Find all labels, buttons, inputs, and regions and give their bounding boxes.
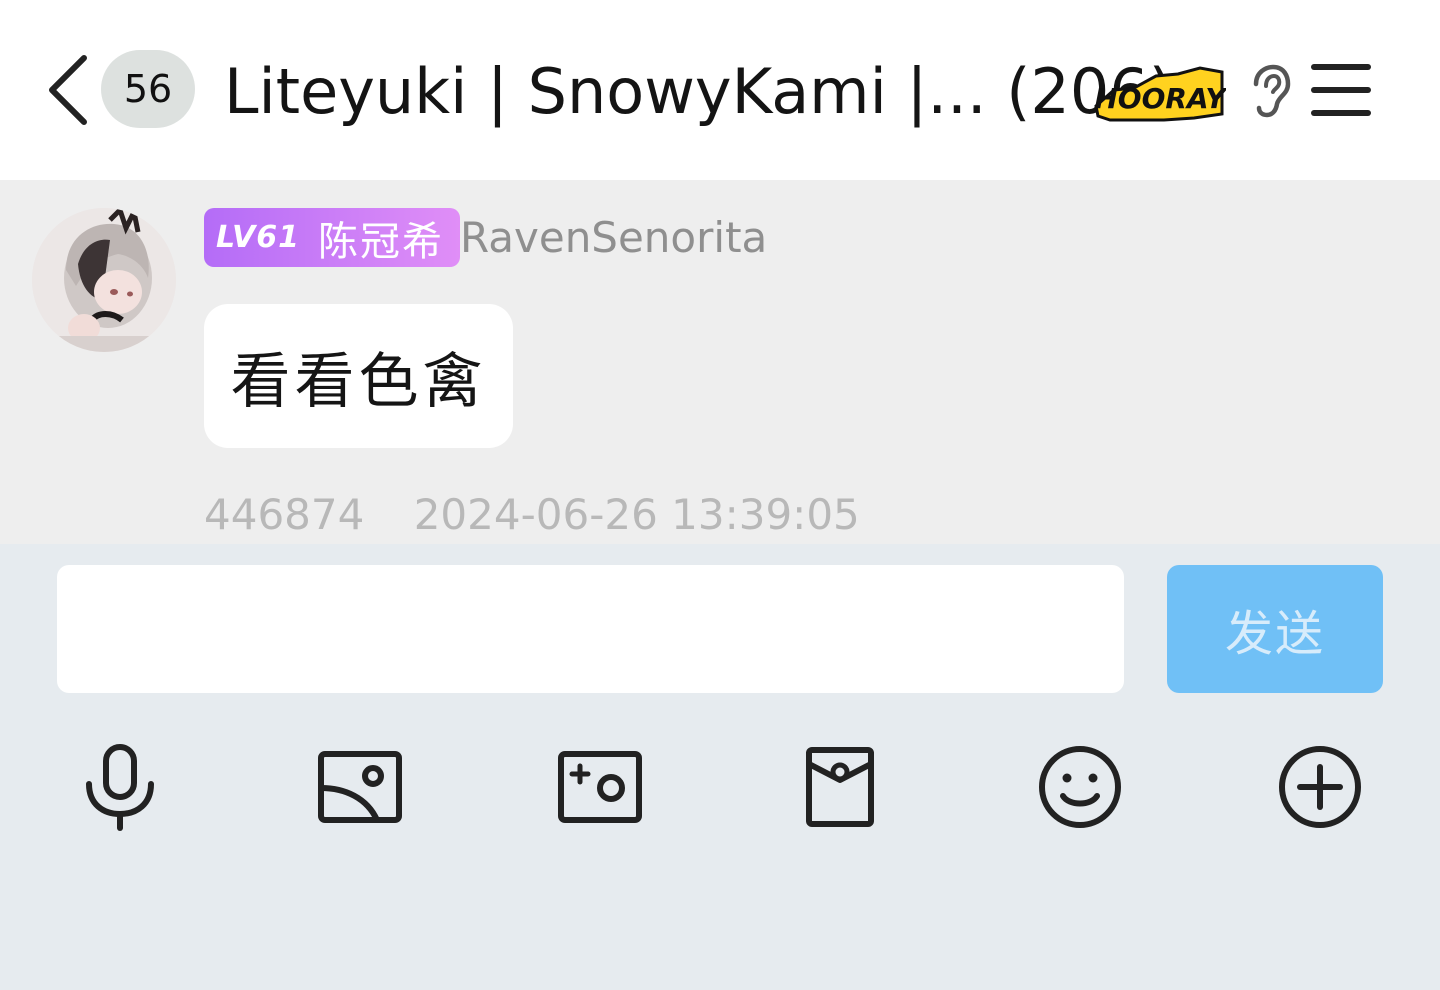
microphone-icon <box>86 744 154 831</box>
hooray-text: HOORAY <box>1094 82 1226 115</box>
image-button[interactable] <box>315 742 405 832</box>
plus-icon <box>1279 746 1361 828</box>
message-input[interactable] <box>57 565 1124 693</box>
more-button[interactable] <box>1275 742 1365 832</box>
ear-icon <box>1253 64 1291 118</box>
menu-icon <box>1311 64 1371 116</box>
menu-button[interactable] <box>1309 62 1373 118</box>
emoji-button[interactable] <box>1035 742 1125 832</box>
emoji-icon <box>1039 746 1121 828</box>
red-packet-button[interactable] <box>795 742 885 832</box>
hooray-badge: HOORAY <box>1094 66 1228 124</box>
back-button[interactable] <box>44 52 94 128</box>
listen-mode-button[interactable] <box>1246 64 1292 118</box>
chat-header: 56 Liteyuki | SnowyKami |... (206) HOORA… <box>0 0 1440 180</box>
red-packet-icon <box>806 747 874 827</box>
level-label: LV61 <box>216 220 300 255</box>
message-list[interactable]: LV61 陈冠希 RavenSenorita 看看色禽 446874 2024-… <box>0 180 1440 544</box>
sender-id: 446874 <box>204 490 365 539</box>
message-meta: 446874 2024-06-26 13:39:05 <box>204 490 860 539</box>
send-button[interactable]: 发送 <box>1167 565 1383 693</box>
member-level-badge: LV61 陈冠希 <box>204 208 460 267</box>
sender-avatar[interactable] <box>32 208 176 352</box>
message-bubble[interactable]: 看看色禽 <box>204 304 513 448</box>
unread-count-badge[interactable]: 56 <box>101 50 195 128</box>
chevron-left-icon <box>49 55 87 125</box>
camera-icon <box>558 751 642 823</box>
sender-name[interactable]: RavenSenorita <box>460 210 767 266</box>
camera-button[interactable] <box>555 742 645 832</box>
chat-title[interactable]: Liteyuki | SnowyKami |... (206) <box>224 52 1173 132</box>
voice-button[interactable] <box>75 742 165 832</box>
member-title: 陈冠希 <box>317 218 444 265</box>
image-icon <box>318 751 402 823</box>
message-timestamp: 2024-06-26 13:39:05 <box>413 490 860 539</box>
